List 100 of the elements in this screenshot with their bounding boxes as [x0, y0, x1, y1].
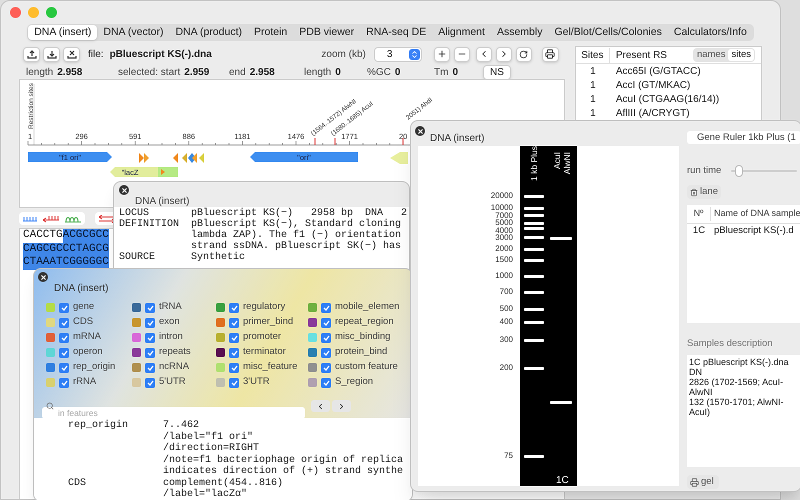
info-value: 2.958	[250, 66, 275, 80]
size-label: 2000	[495, 245, 513, 253]
size-label: 75	[504, 452, 513, 460]
ladder-band	[524, 194, 544, 198]
feature-qualifier: /label="f1 ori"	[163, 432, 254, 442]
lane-number: 1C	[556, 474, 569, 488]
checkbox[interactable]	[145, 362, 155, 372]
checkbox[interactable]	[321, 378, 331, 388]
info-label: %GC	[367, 66, 391, 80]
printer-icon	[545, 49, 556, 59]
checkbox[interactable]	[229, 302, 239, 312]
checkbox[interactable]	[145, 378, 155, 388]
zoom-stepper[interactable]: 3	[374, 46, 422, 62]
toggle-option[interactable]: sites	[728, 49, 754, 61]
checkbox[interactable]	[321, 318, 331, 328]
checkbox[interactable]	[229, 332, 239, 342]
sample-name: pBluescript KS(-).d	[714, 224, 794, 238]
checkbox[interactable]	[321, 362, 331, 372]
print-gel-button[interactable]: gel	[687, 475, 719, 490]
checkbox[interactable]	[59, 332, 69, 342]
checkbox[interactable]	[59, 348, 69, 358]
ladder-menu[interactable]: Gene Ruler 1kb Plus (1	[687, 131, 800, 144]
upload-button[interactable]	[23, 46, 40, 62]
checkbox[interactable]	[59, 362, 69, 372]
info-value: 0	[335, 66, 341, 80]
feature-type-label: 3'UTR	[243, 375, 270, 390]
feature-type-label: misc_feature	[243, 360, 298, 374]
reload-button[interactable]	[516, 46, 532, 62]
ladder-band	[524, 248, 544, 250]
forward-button[interactable]	[496, 46, 512, 62]
feature-type-label: custom feature	[335, 360, 398, 374]
ns-button[interactable]: NS	[483, 65, 511, 80]
clear-icon	[66, 50, 76, 58]
close-button[interactable]	[415, 126, 425, 136]
feature-type-label: 5'UTR	[159, 375, 186, 390]
feature-type-label: repeat_region	[335, 315, 394, 330]
checkbox[interactable]	[59, 318, 69, 328]
print-button[interactable]	[542, 46, 559, 62]
enzyme-name: AflIII (A/CRYGT)	[616, 106, 690, 120]
toggle-option[interactable]: names	[694, 49, 728, 61]
checkbox[interactable]	[145, 302, 155, 312]
tab[interactable]: Assembly	[490, 25, 548, 40]
ladder-band	[524, 206, 544, 210]
clear-button[interactable]	[63, 46, 80, 62]
ladder-band	[524, 338, 544, 342]
lane-label: AcuI AlwNI	[552, 152, 573, 176]
window-title: DNA (insert)	[135, 195, 190, 208]
zoom-in-button[interactable]	[434, 46, 450, 62]
checkbox[interactable]	[321, 332, 331, 342]
checkbox[interactable]	[145, 318, 155, 328]
tab[interactable]: Protein	[248, 25, 294, 40]
checkbox[interactable]	[59, 378, 69, 388]
zoom-label: zoom (kb)	[321, 48, 366, 62]
download-icon	[46, 50, 56, 58]
close-button[interactable]	[38, 272, 48, 282]
enzyme-name: AccI (GT/MKAC)	[616, 78, 690, 92]
chevron-left-icon	[316, 402, 325, 410]
feature-type-label: ncRNA	[159, 360, 190, 374]
download-button[interactable]	[43, 46, 60, 62]
sequence-text: CACCTG	[23, 229, 63, 242]
checkbox[interactable]	[321, 348, 331, 358]
search-field[interactable]: in features	[42, 407, 305, 420]
tab[interactable]: DNA (insert)	[28, 25, 98, 40]
info-label: end	[229, 66, 246, 80]
tab[interactable]: Gel/Blot/Cells/Colonies	[548, 25, 668, 40]
feature-qualifier: complement(454..816)	[163, 478, 284, 488]
checkbox[interactable]	[321, 302, 331, 312]
tab[interactable]: RNA-seq DE	[360, 25, 432, 40]
checkbox[interactable]	[229, 348, 239, 358]
zoom-out-button[interactable]	[454, 46, 470, 62]
tab[interactable]: Calculators/Info	[668, 25, 753, 40]
tab[interactable]: DNA (vector)	[97, 25, 170, 40]
checkbox[interactable]	[229, 378, 239, 388]
next-button[interactable]	[332, 400, 351, 412]
tab[interactable]: DNA (product)	[169, 25, 248, 40]
close-button[interactable]	[119, 185, 129, 195]
tab[interactable]: Alignment	[432, 25, 491, 40]
feature-type-label: tRNA	[159, 300, 182, 314]
delete-lane-button[interactable]: lane	[687, 185, 721, 199]
checkbox[interactable]	[59, 302, 69, 312]
back-button[interactable]	[476, 46, 492, 62]
file-name: pBluescript KS(-).dna	[110, 48, 212, 62]
feature-type-label: intron	[159, 330, 183, 344]
chevron-right-icon	[337, 402, 346, 410]
previous-button[interactable]	[311, 400, 330, 412]
record-key: SOURCE	[119, 252, 191, 263]
description-field[interactable]: 1C pBluescript KS(-).dna DN 2826 (1702-1569; AcuI-AlwNI 132 (1570-1701; AlwNI-AcuI)	[687, 355, 800, 468]
enzyme-name: Acc65I (G/GTACC)	[616, 64, 701, 78]
slider-thumb[interactable]	[735, 165, 744, 177]
checkbox[interactable]	[229, 362, 239, 372]
tab[interactable]: PDB viewer	[293, 25, 360, 40]
feature-type-label: exon	[159, 315, 180, 330]
info-value: 0	[394, 66, 400, 80]
checkbox[interactable]	[229, 318, 239, 328]
record-value: Synthetic	[191, 252, 246, 263]
description-line: 1C pBluescript KS(-).dna DN	[689, 357, 790, 378]
checkbox[interactable]	[145, 332, 155, 342]
checkbox[interactable]	[145, 348, 155, 358]
info-value: 2.958	[57, 66, 82, 80]
feature-type-label: gene	[73, 300, 94, 314]
